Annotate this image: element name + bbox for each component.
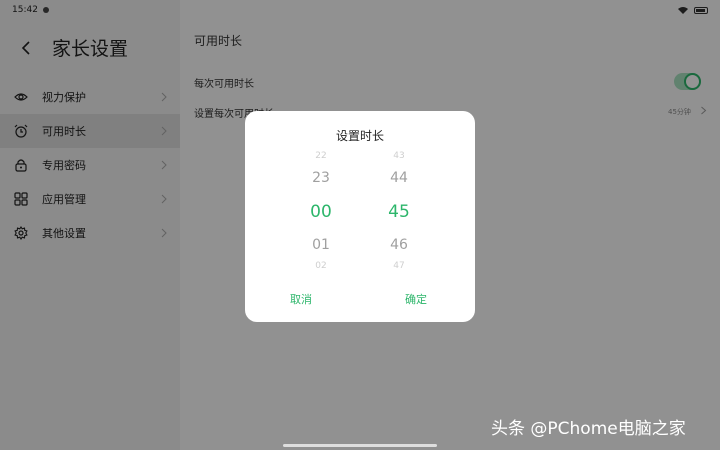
home-indicator[interactable] [283, 444, 437, 447]
cancel-button[interactable]: 取消 [290, 291, 312, 307]
hour-option: 01 [312, 237, 330, 253]
confirm-button[interactable]: 确定 [405, 291, 427, 307]
hours-picker[interactable]: 22 23 00 01 02 [291, 151, 351, 271]
minute-option: 43 [393, 151, 405, 161]
duration-picker-dialog: 设置时长 22 23 00 01 02 43 44 45 46 47 取消 确定 [245, 111, 475, 322]
watermark: 头条 @PChome电脑之家 [491, 419, 686, 439]
minute-option: 44 [390, 170, 408, 186]
minute-option: 46 [390, 237, 408, 253]
minute-option: 47 [393, 261, 405, 271]
hour-option: 23 [312, 170, 330, 186]
dialog-title: 设置时长 [335, 129, 384, 143]
minute-selected: 45 [388, 202, 410, 222]
hour-option: 22 [315, 151, 327, 161]
hour-option: 02 [315, 261, 327, 271]
minutes-picker[interactable]: 43 44 45 46 47 [369, 151, 429, 271]
hour-selected: 00 [310, 202, 332, 222]
